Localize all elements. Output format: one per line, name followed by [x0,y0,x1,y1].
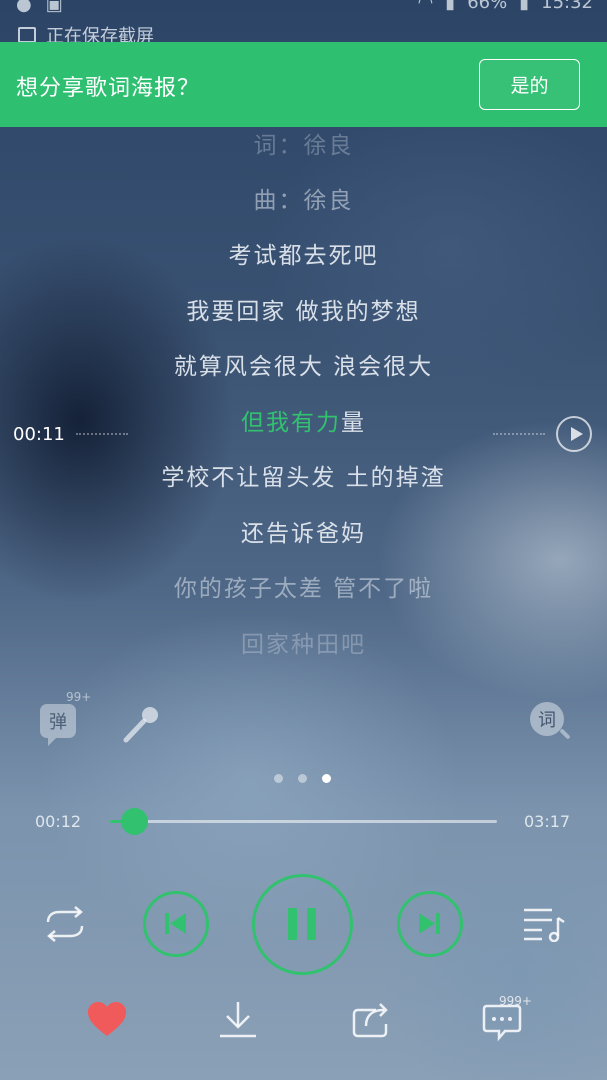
bottom-actions: 999+ [0,994,607,1046]
lyrics-search-button[interactable]: 词 [530,702,571,742]
pause-button[interactable] [252,874,353,975]
lyric-line: 曲：徐良 [253,188,354,214]
share-confirm-button[interactable]: 是的 [479,59,580,110]
total-time: 03:17 [524,812,571,831]
danmu-label: 弹 [49,712,67,733]
share-icon[interactable] [350,998,392,1042]
lyric-line: 学校不让留头发 土的掉渣 [161,465,446,491]
download-icon[interactable] [217,998,259,1042]
seek-marker-line-right [493,433,545,435]
lyric-line: 考试都去死吧 [228,243,379,269]
previous-icon [165,913,186,934]
previous-button[interactable] [143,891,209,957]
page-dot[interactable] [274,774,283,783]
lyric-line: 词：徐良 [253,133,354,159]
playback-controls [0,872,607,976]
message-notification-icon: ▣ [45,0,63,15]
seek-knob[interactable] [121,808,149,835]
danmu-count-badge: 99+ [66,690,92,704]
lyric-line: 还告诉爸妈 [241,521,366,547]
lyric-line: 我要回家 做我的梦想 [186,299,421,325]
lyric-line: 回家种田吧 [241,632,366,658]
play-from-here-icon[interactable] [556,416,592,452]
favorite-heart-icon[interactable] [86,998,128,1042]
comments-count-badge: 999+ [499,994,532,1008]
playlist-icon[interactable] [522,906,566,942]
page-indicator [274,774,331,783]
next-icon [419,913,440,934]
repeat-icon[interactable] [42,906,88,942]
current-time: 00:12 [35,812,82,831]
lyric-seek-marker: 00:11 [0,416,607,452]
clock: 15:32 [541,0,593,13]
next-button[interactable] [397,891,463,957]
seek-marker-line-left [76,433,128,435]
share-poster-text: 想分享歌词海报？ [16,76,201,101]
microphone-icon[interactable] [120,702,164,746]
screenshot-icon [18,27,36,43]
lyrics-search-label: 词 [538,710,556,731]
page-dot-active[interactable] [322,774,331,783]
status-bar: ● ▣ ◠ ▮ 66% ▮ 15:32 正在保存截屏 [0,0,607,47]
share-poster-banner: 想分享歌词海报？ 是的 [0,42,607,127]
battery-percent: 66% [467,0,508,13]
pause-icon [288,908,316,940]
page-dot[interactable] [298,774,307,783]
tool-row: 弹 99+ 词 [0,690,607,746]
seek-marker-time: 00:11 [13,424,65,445]
progress-bar: 00:12 03:17 [0,806,607,838]
danmu-button[interactable]: 弹 [40,704,76,746]
wifi-icon: ◠ [417,0,434,13]
status-right: ◠ ▮ 66% ▮ 15:32 [418,0,593,13]
lyrics-search-handle [559,728,571,740]
app-notification-icon: ● [16,0,32,15]
status-left-icons: ● ▣ [16,0,63,15]
seek-track[interactable] [110,808,497,835]
signal-icon: ▮ [445,0,456,13]
lyric-line: 你的孩子太差 管不了啦 [173,576,434,602]
lyric-line: 就算风会很大 浪会很大 [173,354,434,380]
battery-icon: ▮ [519,0,530,13]
